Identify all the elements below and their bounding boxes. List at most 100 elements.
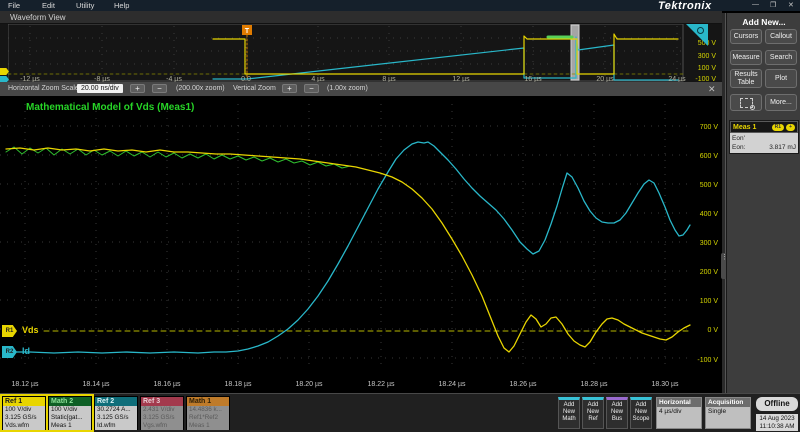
svg-text:18.18 µs: 18.18 µs [225,381,252,388]
offline-button[interactable]: Offline [756,397,798,411]
acquisition-label: Acquisition [706,398,750,407]
results-table-button[interactable]: Results Table [730,69,762,88]
callout-button[interactable]: Callout [765,29,797,44]
tab-bar: Waveform View [0,11,722,24]
acquisition-settings[interactable]: Acquisition Single [705,397,751,429]
datetime-display: 14 Aug 2023 11:10:38 AM [756,414,798,431]
svg-text:200 V: 200 V [700,269,719,276]
meas1-expand-pill[interactable]: + [786,124,795,131]
right-panel: Add New... Cursors Callout Measure Searc… [726,13,800,393]
math-model-title: Mathematical Model of Vds (Meas1) [26,102,194,113]
svg-text:18.20 µs: 18.20 µs [296,381,323,388]
zoom-overview-magnifier-icon [697,27,704,34]
menu-edit[interactable]: Edit [42,1,55,10]
badge-math1[interactable]: Math 1 14.4836 k...Ref1*Ref2Meas 1 [186,396,230,430]
badge-ref1-name: Ref 1 [3,397,45,406]
bottom-bar: Ref 1 100 V/div3.125 GS/sVds.wfm Math 2 … [0,393,800,432]
badge-math2[interactable]: Math 2 100 V/divStatic[gat...Meas 1 [48,396,92,430]
badge-ref1-details: 100 V/div3.125 GS/sVds.wfm [3,406,45,430]
badge-math1-details: 14.4836 k...Ref1*Ref2Meas 1 [187,406,229,430]
search-button[interactable]: Search [765,50,797,65]
measure-button[interactable]: Measure [730,50,762,65]
svg-text:18.12 µs: 18.12 µs [12,381,39,388]
id-label: Id [22,346,30,356]
main-plot[interactable]: 18.12 µs 18.14 µs 18.16 µs 18.18 µs 18.20 µs… [0,96,722,393]
badge-ref2-name: Ref 2 [95,397,137,406]
vzoom-factor-label: (1.00x zoom) [327,85,368,92]
horizontal-label: Horizontal [657,398,701,407]
zoom-view-close-icon[interactable]: ✕ [708,84,716,95]
overview-plot[interactable]: -12 µs-8 µs-4 µs0.04 µs8 µs12 µs16 µs20 … [8,24,722,82]
horizontal-zoom-scale-value[interactable]: 20.00 ns/div [77,84,123,93]
svg-text:0 V: 0 V [707,327,718,334]
main-waveform-view: 18.12 µs 18.14 µs 18.16 µs 18.18 µs 18.20 µs… [0,96,722,393]
meas1-row2-value: 3.817 mJ [769,143,796,152]
add-new-ref-button[interactable]: Add New Ref [582,397,604,429]
svg-text:18.24 µs: 18.24 µs [439,381,466,388]
cursors-button[interactable]: Cursors [730,29,762,44]
horizontal-zoom-scale-label: Horizontal Zoom Scale [8,85,79,92]
badge-math1-name: Math 1 [187,397,229,406]
plot-button[interactable]: Plot [765,69,797,88]
add-new-header: Add New... [727,17,800,27]
tab-waveform-view[interactable]: Waveform View [10,13,66,22]
acquisition-value: Single [706,407,750,416]
vzoom-plus-button[interactable]: + [282,84,297,93]
waveform-overview: -12 µs-8 µs-4 µs0.04 µs8 µs12 µs16 µs20 … [0,24,722,82]
hzoom-minus-button[interactable]: − [152,84,167,93]
badge-ref1[interactable]: Ref 1 100 V/div3.125 GS/sVds.wfm [2,396,46,430]
hzoom-factor-label: (200.00x zoom) [176,85,225,92]
minimize-icon[interactable]: — [752,1,759,8]
horizontal-settings[interactable]: Horizontal 4 µs/div [656,397,702,429]
zoom-overview-button[interactable] [730,94,762,111]
badge-math2-name: Math 2 [49,397,91,406]
svg-text:700 V: 700 V [700,124,719,131]
svg-text:-100 V: -100 V [697,357,718,364]
meas1-results-badge[interactable]: Meas 1 R1 + Eon' Eon: 3.817 mJ [729,120,799,154]
svg-text:18.26 µs: 18.26 µs [510,381,537,388]
svg-text:400 V: 400 V [700,211,719,218]
svg-text:300 V: 300 V [698,53,717,60]
svg-text:18.28 µs: 18.28 µs [581,381,608,388]
svg-text:18.22 µs: 18.22 µs [368,381,395,388]
close-icon[interactable]: ✕ [788,1,794,9]
svg-text:18.14 µs: 18.14 µs [83,381,110,388]
oscilloscope-app: File Edit Utility Help Tektronix — ❐ ✕ W… [0,0,800,432]
badge-ref3[interactable]: Ref 3 2.431 V/div3.125 GS/sVgs.wfm [140,396,184,430]
svg-text:100 V: 100 V [698,65,717,72]
badge-ref3-details: 2.431 V/div3.125 GS/sVgs.wfm [141,406,183,430]
badge-ref3-name: Ref 3 [141,397,183,406]
svg-text:100 V: 100 V [700,298,719,305]
vds-label: Vds [22,325,39,335]
meas1-source-pill: R1 [772,124,784,131]
add-new-math-button[interactable]: Add New Math [558,397,580,429]
svg-text:18.30 µs: 18.30 µs [652,381,679,388]
svg-text:600 V: 600 V [700,153,719,160]
screen-capture-icon [740,98,753,108]
menu-help[interactable]: Help [114,1,129,10]
add-new-scope-button[interactable]: Add New Scope [630,397,652,429]
zoom-toolbar: Horizontal Zoom Scale 20.00 ns/div + − (… [0,82,722,96]
time-text: 11:10:38 AM [756,423,798,431]
badge-ref2-details: 30.2724 A...3.125 GS/sId.wfm [95,406,137,430]
horizontal-value: 4 µs/div [657,407,701,416]
meas1-header: Meas 1 R1 + [730,121,798,133]
meas1-body: Eon' Eon: 3.817 mJ [730,133,798,153]
title-bar: File Edit Utility Help Tektronix — ❐ ✕ [0,0,800,11]
svg-text:18.16 µs: 18.16 µs [154,381,181,388]
menu-file[interactable]: File [8,1,20,10]
svg-text:T: T [245,28,250,35]
meas1-title: Meas 1 [733,124,770,131]
add-new-bus-button[interactable]: Add New Bus [606,397,628,429]
meas1-row1-label: Eon' [732,134,745,143]
hzoom-plus-button[interactable]: + [130,84,145,93]
restore-icon[interactable]: ❐ [770,1,776,9]
menu-utility[interactable]: Utility [76,1,94,10]
meas1-row2-label: Eon: [732,143,745,152]
date-text: 14 Aug 2023 [756,415,798,423]
vzoom-minus-button[interactable]: − [304,84,319,93]
vertical-zoom-label: Vertical Zoom [233,85,276,92]
badge-ref2[interactable]: Ref 2 30.2724 A...3.125 GS/sId.wfm [94,396,138,430]
more-button[interactable]: More... [765,94,797,111]
badge-math2-details: 100 V/divStatic[gat...Meas 1 [49,406,91,430]
